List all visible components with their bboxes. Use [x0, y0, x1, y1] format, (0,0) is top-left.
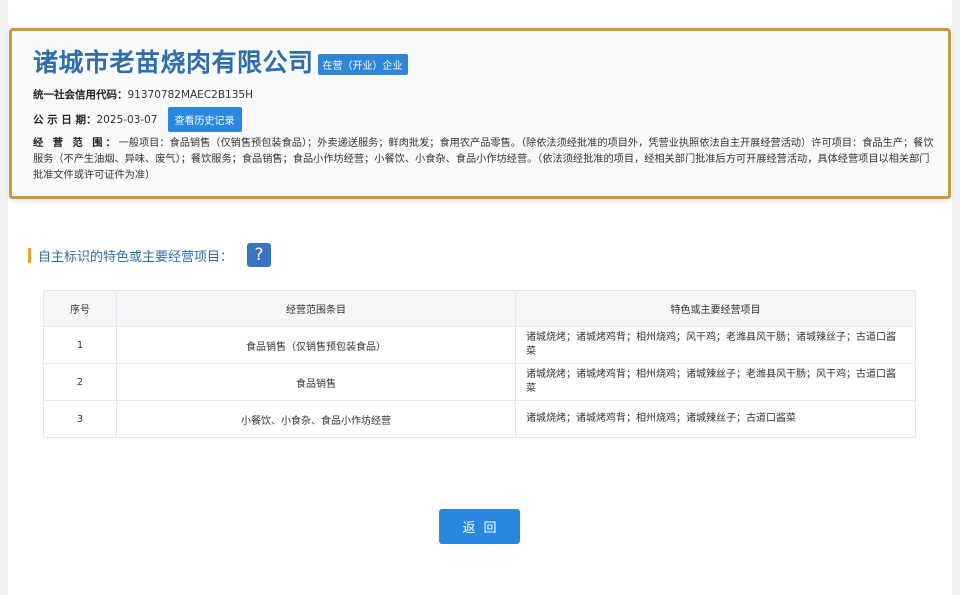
section-accent-bar	[28, 247, 31, 263]
title-row: 诸城市老苗烧肉有限公司 在营（开业）企业	[33, 43, 928, 79]
header-scope: 经营范围条目	[116, 290, 516, 327]
history-button[interactable]: 查看历史记录	[167, 107, 242, 132]
row-scope: 小餐饮、小食杂、食品小作坊经营	[116, 400, 516, 438]
help-icon[interactable]: ?	[247, 243, 272, 267]
row-number: 1	[43, 326, 117, 364]
row-scope: 食品销售	[116, 363, 516, 401]
company-name: 诸城市老苗烧肉有限公司	[33, 48, 314, 77]
company-info-card: 诸城市老苗烧肉有限公司 在营（开业）企业 统一社会信用代码：91370782MA…	[9, 28, 951, 199]
business-scope-label: 经 营 范 围：	[33, 138, 119, 149]
row-scope: 食品销售（仅销售预包装食品）	[116, 326, 516, 364]
business-scope: 经 营 范 围：一般项目：食品销售（仅销售预包装食品）；外卖递送服务；鲜肉批发；…	[33, 136, 938, 184]
publish-date-value: 2025-03-07	[96, 113, 158, 126]
table-row: 3 小餐饮、小食杂、食品小作坊经营 诸城烧烤；诸城烤鸡背；相州烧鸡；诸城辣丝子；…	[43, 400, 916, 438]
row-number: 3	[43, 400, 117, 438]
credit-code-value: 91370782MAEC2B135H	[127, 89, 253, 101]
row-features: 诸城烧烤；诸城烤鸡背；相州烧鸡；诸城辣丝子；老潍县风干肠；风干鸡；古道口酱菜	[515, 363, 916, 401]
feature-table: 序号 经营范围条目 特色或主要经营项目 1 食品销售（仅销售预包装食品） 诸城烧…	[43, 290, 916, 438]
status-badge: 在营（开业）企业	[317, 53, 408, 75]
table-header-row: 序号 经营范围条目 特色或主要经营项目	[43, 290, 916, 327]
row-features: 诸城烧烤；诸城烤鸡背；相州烧鸡；诸城辣丝子；古道口酱菜	[515, 400, 916, 438]
table-row: 2 食品销售 诸城烧烤；诸城烤鸡背；相州烧鸡；诸城辣丝子；老潍县风干肠；风干鸡；…	[43, 363, 916, 401]
section-header: 自主标识的特色或主要经营项目： ?	[28, 243, 272, 267]
header-features: 特色或主要经营项目	[515, 290, 916, 327]
credit-code-label: 统一社会信用代码：	[33, 89, 128, 101]
header-no: 序号	[43, 290, 117, 327]
business-scope-value: 一般项目：食品销售（仅销售预包装食品）；外卖递送服务；鲜肉批发；食用农产品零售。…	[33, 138, 934, 181]
row-features: 诸城烧烤；诸城烤鸡背；相州烧鸡；风干鸡；老潍县风干肠；诸城辣丝子；古道口酱菜	[515, 326, 916, 364]
row-number: 2	[43, 363, 117, 401]
section-title: 自主标识的特色或主要经营项目：	[38, 249, 234, 265]
publish-date-label: 公 示 日 期：	[33, 114, 97, 126]
back-button[interactable]: 返回	[439, 509, 520, 544]
publish-date-row: 公 示 日 期： 2025-03-07 查看历史记录	[33, 107, 928, 132]
table-row: 1 食品销售（仅销售预包装食品） 诸城烧烤；诸城烤鸡背；相州烧鸡；风干鸡；老潍县…	[43, 326, 916, 364]
credit-code-row: 统一社会信用代码：91370782MAEC2B135H	[33, 87, 928, 102]
